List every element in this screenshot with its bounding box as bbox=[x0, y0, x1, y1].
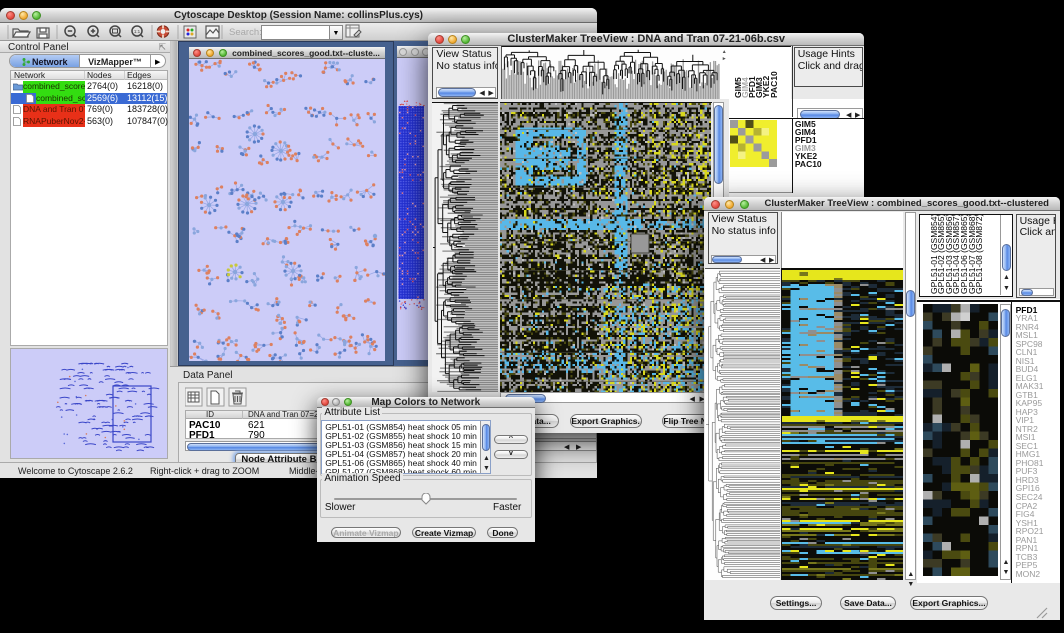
svg-text:Search:: Search: bbox=[229, 27, 262, 38]
svg-text:1:1: 1:1 bbox=[134, 29, 141, 34]
